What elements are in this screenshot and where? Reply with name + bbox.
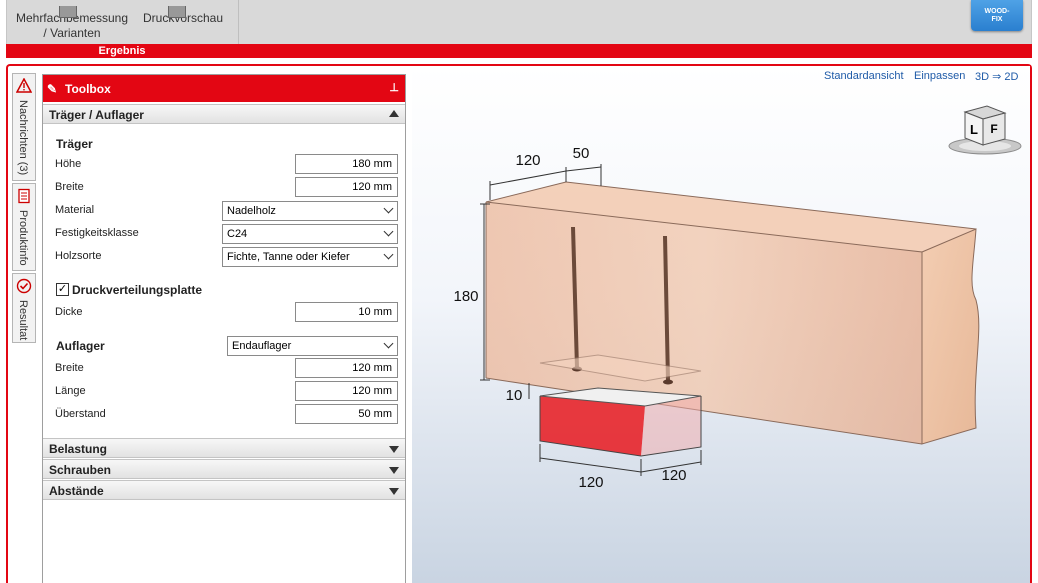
print-preview-button[interactable]: Druckvorschau bbox=[138, 6, 228, 26]
material-label: Material bbox=[55, 204, 95, 216]
multi-design-icon bbox=[59, 6, 77, 18]
material-value: Nadelholz bbox=[227, 205, 276, 217]
auflager-breite-input[interactable]: 120 mm bbox=[295, 358, 398, 378]
dicke-label: Dicke bbox=[55, 306, 83, 318]
chevron-down-icon bbox=[383, 203, 394, 214]
breite-input[interactable]: 120 mm bbox=[295, 177, 398, 197]
section-belastung[interactable]: Belastung bbox=[43, 438, 405, 458]
section-traeger-auflager[interactable]: Träger / Auflager bbox=[43, 104, 405, 124]
auflager-select[interactable]: Endauflager bbox=[227, 336, 398, 356]
print-preview-icon bbox=[168, 6, 186, 18]
toolbox-header: ✎ Toolbox ⊥ bbox=[43, 75, 405, 102]
collapse-icon bbox=[389, 110, 399, 117]
festigkeit-select[interactable]: C24 bbox=[222, 224, 398, 244]
section-traeger-title: Träger / Auflager bbox=[49, 108, 144, 122]
festigkeit-label: Festigkeitsklasse bbox=[55, 227, 139, 239]
dim-support-length: 120 bbox=[661, 467, 686, 484]
expand-icon bbox=[389, 467, 399, 474]
tab-product-info-label: Produktinfo bbox=[17, 210, 29, 266]
toolbox-title: Toolbox bbox=[65, 82, 111, 96]
pencil-icon: ✎ bbox=[47, 82, 58, 96]
cube-left-label: L bbox=[970, 122, 978, 137]
tab-messages[interactable]: Nachrichten (3) bbox=[12, 73, 36, 181]
dvp-checkbox[interactable]: ✓ bbox=[56, 283, 69, 296]
brand-logo: WOOD- FIX bbox=[971, 0, 1023, 31]
dim-overhang-top: 50 bbox=[573, 145, 590, 162]
ueberstand-input[interactable]: 50 mm bbox=[295, 404, 398, 424]
dim-plate: 10 bbox=[506, 387, 523, 404]
dim-height: 180 bbox=[453, 288, 478, 305]
ribbon: Mehrfachbemessung / Varianten Druckvorsc… bbox=[0, 0, 1038, 60]
chevron-down-icon bbox=[383, 338, 394, 349]
auflager-heading: Auflager bbox=[56, 339, 105, 353]
toolbox-panel: ✎ Toolbox ⊥ Träger / Auflager Träger Höh… bbox=[42, 74, 406, 583]
multi-design-label-2: / Varianten bbox=[43, 26, 101, 40]
traeger-heading: Träger bbox=[56, 137, 93, 151]
auflager-laenge-label: Länge bbox=[55, 385, 86, 397]
ueberstand-label: Überstand bbox=[55, 408, 106, 420]
section-abstaende-title: Abstände bbox=[49, 484, 104, 498]
tab-product-info[interactable]: Produktinfo bbox=[12, 183, 36, 271]
document-icon bbox=[18, 188, 30, 204]
3d-scene: L F 120 50 180 10 120 120 bbox=[453, 105, 1022, 491]
festigkeit-value: C24 bbox=[227, 228, 248, 240]
cube-front-label: F bbox=[990, 122, 997, 136]
tab-result-label: Resultat bbox=[17, 300, 29, 341]
chevron-down-icon bbox=[383, 226, 394, 237]
ribbon-group-label: Ergebnis bbox=[98, 45, 146, 57]
holzsorte-select[interactable]: Fichte, Tanne oder Kiefer bbox=[222, 247, 398, 267]
view-cube[interactable]: L F bbox=[948, 105, 1022, 155]
check-icon bbox=[16, 278, 32, 294]
holzsorte-label: Holzsorte bbox=[55, 250, 102, 262]
material-select[interactable]: Nadelholz bbox=[222, 201, 398, 221]
expand-icon bbox=[389, 446, 399, 453]
section-schrauben[interactable]: Schrauben bbox=[43, 459, 405, 479]
chevron-down-icon bbox=[383, 249, 394, 260]
section-abstaende[interactable]: Abstände bbox=[43, 480, 405, 500]
tab-result[interactable]: Resultat bbox=[12, 273, 36, 343]
auflager-breite-label: Breite bbox=[55, 362, 84, 374]
tab-messages-label: Nachrichten (3) bbox=[17, 100, 29, 176]
dvp-label: Druckverteilungsplatte bbox=[72, 283, 203, 297]
dicke-input[interactable]: 10 mm bbox=[295, 302, 398, 322]
auflager-laenge-input[interactable]: 120 mm bbox=[295, 381, 398, 401]
dim-support-width: 120 bbox=[578, 474, 603, 491]
pin-icon[interactable]: ⊥ bbox=[389, 81, 399, 94]
section-belastung-title: Belastung bbox=[49, 442, 108, 456]
expand-icon bbox=[389, 488, 399, 495]
warning-icon bbox=[16, 78, 32, 93]
section-schrauben-title: Schrauben bbox=[49, 463, 112, 477]
auflager-value: Endauflager bbox=[232, 340, 292, 352]
hoehe-input[interactable]: 180 mm bbox=[295, 154, 398, 174]
multi-design-button[interactable]: Mehrfachbemessung / Varianten bbox=[14, 6, 130, 41]
breite-label: Breite bbox=[55, 181, 84, 193]
hoehe-label: Höhe bbox=[55, 158, 82, 170]
holzsorte-value: Fichte, Tanne oder Kiefer bbox=[227, 251, 350, 263]
dim-width-top: 120 bbox=[515, 152, 540, 169]
